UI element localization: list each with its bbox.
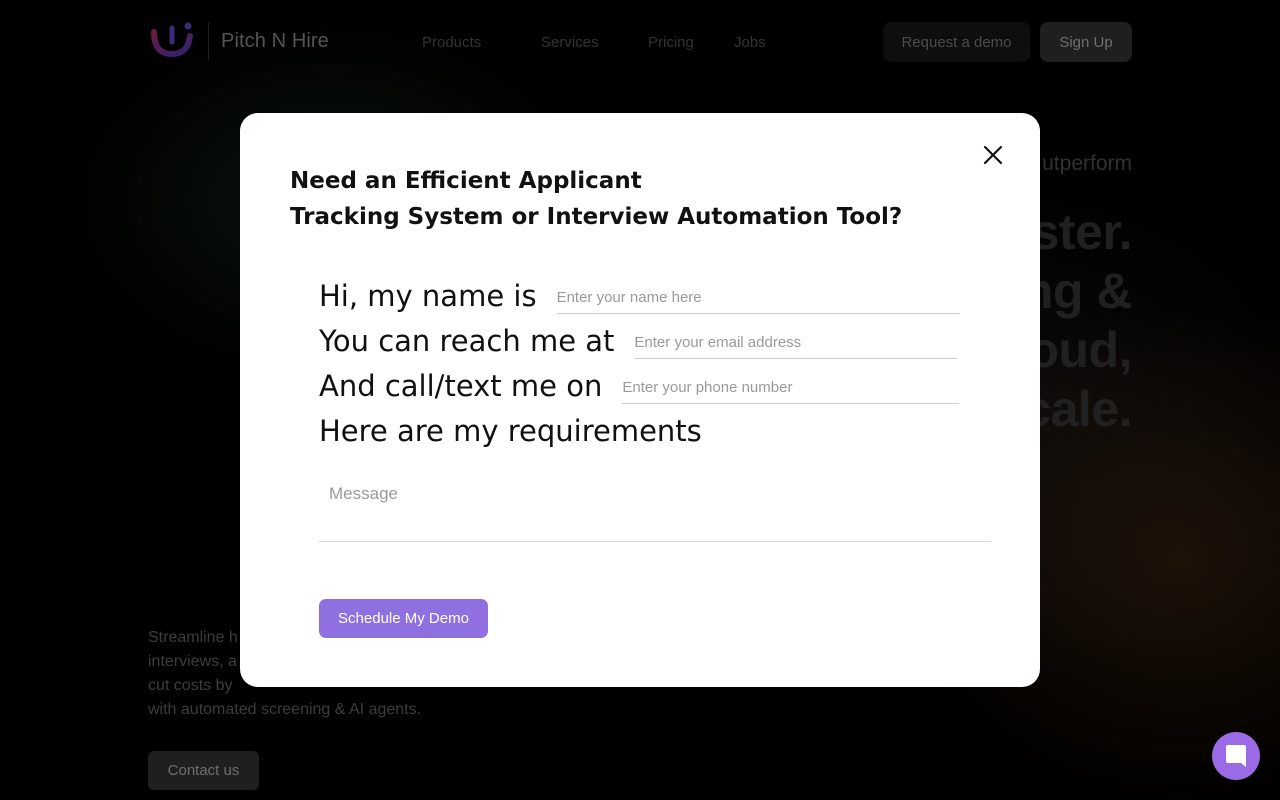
modal-title: Need an Efficient Applicant Tracking Sys… xyxy=(290,163,910,235)
name-label: Hi, my name is xyxy=(319,279,537,313)
modal-title-line-1: Need an Efficient Applicant xyxy=(290,168,642,194)
schedule-demo-button[interactable]: Schedule My Demo xyxy=(319,599,488,638)
phone-input[interactable] xyxy=(622,376,960,404)
requirements-label: Here are my requirements xyxy=(319,414,702,448)
requirements-row: Here are my requirements xyxy=(319,411,702,451)
email-row: You can reach me at xyxy=(319,321,958,361)
email-input[interactable] xyxy=(634,331,958,359)
phone-label: And call/text me on xyxy=(319,369,603,403)
chat-launcher-button[interactable] xyxy=(1212,732,1260,780)
phone-row: And call/text me on xyxy=(319,366,960,406)
modal-title-line-2: Tracking System or Interview Automation … xyxy=(290,204,903,230)
email-label: You can reach me at xyxy=(319,324,615,358)
demo-request-modal: Need an Efficient Applicant Tracking Sys… xyxy=(240,113,1040,687)
close-icon xyxy=(983,145,1003,165)
chat-icon xyxy=(1226,745,1246,767)
name-row: Hi, my name is xyxy=(319,276,960,316)
close-button[interactable] xyxy=(978,140,1008,170)
message-input[interactable] xyxy=(319,479,991,542)
name-input[interactable] xyxy=(556,286,960,314)
